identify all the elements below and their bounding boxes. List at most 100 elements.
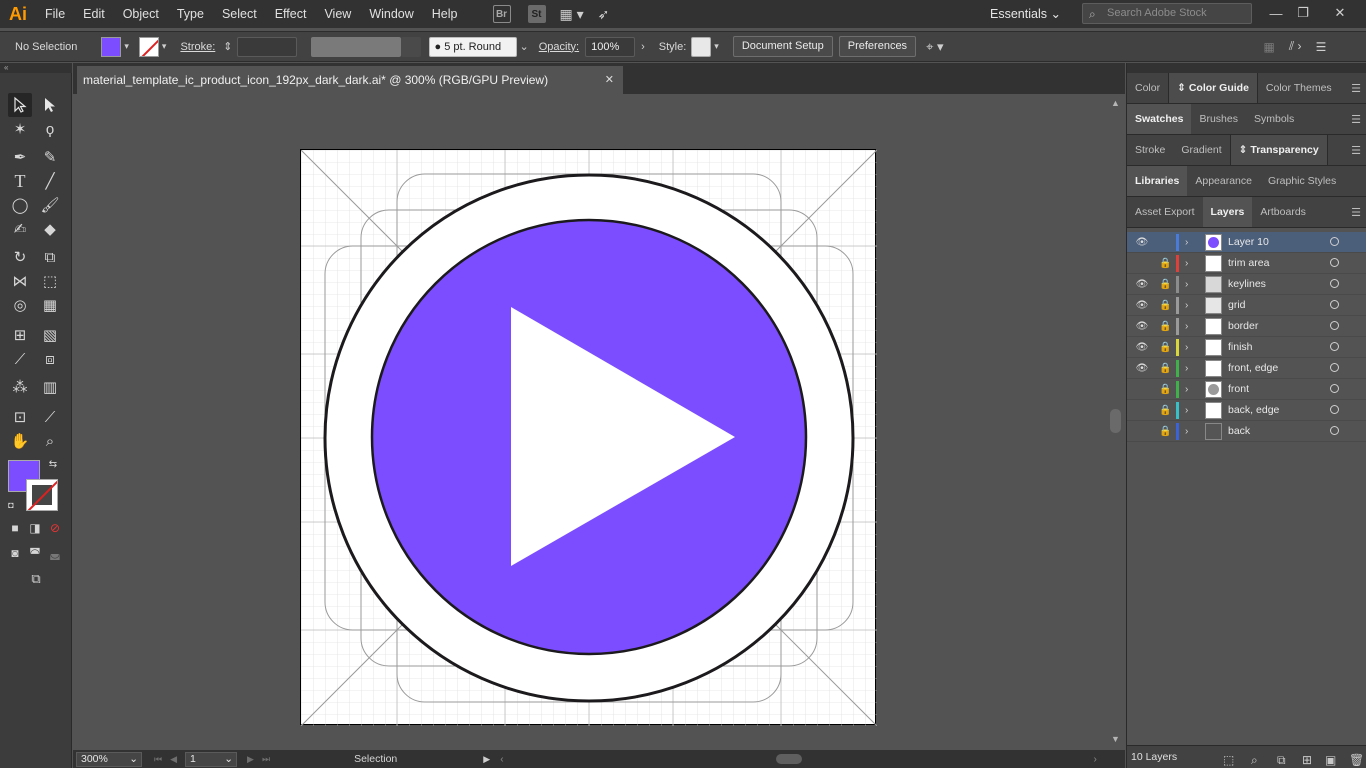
scroll-up-icon[interactable]: ▲ <box>1111 98 1120 108</box>
pen-tool-icon[interactable]: ✒ <box>8 145 32 169</box>
layer-row[interactable]: 🔒 › front <box>1127 379 1366 400</box>
scale-tool-icon[interactable]: ⧉ <box>38 245 62 269</box>
artboard[interactable] <box>300 149 878 727</box>
scroll-thumb[interactable] <box>1110 409 1121 433</box>
arrange-documents-icon[interactable]: ▦ ▾ <box>560 6 584 23</box>
artboard-tool-icon[interactable]: ⊡ <box>8 405 32 429</box>
opacity-field[interactable]: 100% <box>585 36 636 57</box>
swap-fill-stroke-icon[interactable]: ⇆ <box>46 457 60 471</box>
target-circle-icon[interactable] <box>1330 279 1339 288</box>
rotate-tool-icon[interactable]: ↻ <box>8 245 32 269</box>
stepper-icon[interactable]: ⇕ <box>223 40 232 53</box>
layer-row[interactable]: 👁 › Layer 10 <box>1127 232 1366 253</box>
visibility-eye-icon[interactable]: 👁 <box>1135 363 1149 374</box>
expand-chevron-icon[interactable]: › <box>1185 405 1188 416</box>
chevron-down-icon[interactable]: ⌄ <box>520 40 529 53</box>
tab-appearance[interactable]: Appearance <box>1187 166 1260 196</box>
tab-asset-export[interactable]: Asset Export <box>1127 197 1203 227</box>
column-graph-tool-icon[interactable]: ▥ <box>38 375 62 399</box>
expand-chevron-icon[interactable]: › <box>1185 237 1188 248</box>
expand-chevron-icon[interactable]: › <box>1185 342 1188 353</box>
isolate-icon[interactable]: ⫽ › <box>1289 39 1302 54</box>
panel-collapse[interactable] <box>1127 63 1366 73</box>
menu-object[interactable]: Object <box>114 0 168 28</box>
lasso-tool-icon[interactable]: ϙ <box>38 117 62 141</box>
scroll-left-icon[interactable]: ‹ <box>500 754 503 765</box>
layer-row[interactable]: 👁 🔒 › front, edge <box>1127 358 1366 379</box>
hand-tool-icon[interactable]: ✋ <box>8 429 32 453</box>
slice-tool-icon[interactable]: ⟋ <box>38 405 62 429</box>
curvature-tool-icon[interactable]: ✎ <box>38 145 62 169</box>
lock-icon[interactable]: 🔒 <box>1159 363 1171 374</box>
create-sublayer-icon[interactable]: ⊞ <box>1302 749 1312 768</box>
visibility-eye-icon[interactable]: 👁 <box>1135 279 1149 290</box>
target-circle-icon[interactable] <box>1330 258 1339 267</box>
canvas[interactable] <box>73 94 1107 750</box>
new-layer-icon[interactable]: ▣ <box>1325 749 1336 768</box>
eyedropper-tool-icon[interactable]: ⟋ <box>8 347 32 371</box>
panel-menu-icon[interactable]: ☰ <box>1351 113 1361 126</box>
target-circle-icon[interactable] <box>1330 363 1339 372</box>
paintbrush-tool-icon[interactable]: 🖌 <box>38 193 62 217</box>
eraser-tool-icon[interactable]: ◆ <box>38 217 62 241</box>
direct-selection-tool-icon[interactable] <box>38 93 62 117</box>
expand-chevron-icon[interactable]: › <box>1185 300 1188 311</box>
menu-file[interactable]: File <box>36 0 74 28</box>
opacity-label[interactable]: Opacity: <box>539 41 579 53</box>
preferences-button[interactable]: Preferences <box>838 36 917 57</box>
layer-row[interactable]: 👁 🔒 › keylines <box>1127 274 1366 295</box>
close-window-icon[interactable]: ✕ <box>1325 0 1355 26</box>
menu-help[interactable]: Help <box>423 0 467 28</box>
locate-object-icon[interactable]: ⌕ <box>1251 749 1258 768</box>
visibility-eye-icon[interactable]: 👁 <box>1135 321 1149 332</box>
close-icon[interactable]: ✕ <box>605 66 614 94</box>
tab-symbols[interactable]: Symbols <box>1246 104 1302 134</box>
brush-definition-field[interactable]: ● 5 pt. Round <box>428 36 517 57</box>
export-to-library-icon[interactable]: ⬚ <box>1223 749 1234 768</box>
lock-icon[interactable]: 🔒 <box>1159 384 1171 395</box>
visibility-eye-icon[interactable]: 👁 <box>1135 342 1149 353</box>
layer-row[interactable]: 🔒 › trim area <box>1127 253 1366 274</box>
gradient-mode-icon[interactable]: ◨ <box>26 519 44 537</box>
blend-tool-icon[interactable]: ⧈ <box>38 347 62 371</box>
menu-effect[interactable]: Effect <box>266 0 316 28</box>
magic-wand-tool-icon[interactable]: ✶ <box>8 117 32 141</box>
stroke-swatch[interactable] <box>138 36 159 57</box>
previous-artboard-icon[interactable]: ◀ <box>170 754 177 765</box>
panel-options-icon[interactable]: ☰ <box>1316 40 1327 54</box>
tab-stroke[interactable]: Stroke <box>1127 135 1173 165</box>
type-tool-icon[interactable]: T <box>8 169 32 193</box>
stock-icon[interactable]: St <box>527 5 546 23</box>
restore-icon[interactable]: ❐ <box>1288 0 1318 26</box>
chevron-down-icon[interactable]: ▾ <box>714 41 719 52</box>
expand-chevron-icon[interactable]: › <box>1185 321 1188 332</box>
chevron-down-icon[interactable]: ▾ <box>162 41 167 52</box>
scroll-down-icon[interactable]: ▼ <box>1111 734 1120 744</box>
expand-chevron-icon[interactable]: › <box>1185 258 1188 269</box>
vertical-scrollbar[interactable]: ▲ ▼ <box>1107 94 1125 750</box>
lock-icon[interactable]: 🔒 <box>1159 279 1171 290</box>
width-tool-icon[interactable]: ⋈ <box>8 269 32 293</box>
menu-type[interactable]: Type <box>168 0 213 28</box>
target-circle-icon[interactable] <box>1330 405 1339 414</box>
target-circle-icon[interactable] <box>1330 237 1339 246</box>
chevron-right-icon[interactable]: › <box>641 41 645 53</box>
tab-brushes[interactable]: Brushes <box>1191 104 1246 134</box>
delete-layer-icon[interactable]: 🗑 <box>1349 749 1364 768</box>
gpu-performance-icon[interactable]: ➶ <box>598 6 610 23</box>
layer-row[interactable]: 🔒 › back <box>1127 421 1366 442</box>
panel-menu-icon[interactable]: ☰ <box>1351 82 1361 95</box>
lock-icon[interactable]: 🔒 <box>1159 405 1171 416</box>
minimize-icon[interactable]: — <box>1261 0 1291 26</box>
visibility-eye-icon[interactable]: 👁 <box>1135 237 1149 248</box>
layer-row[interactable]: 👁 🔒 › border <box>1127 316 1366 337</box>
menu-edit[interactable]: Edit <box>74 0 114 28</box>
mesh-tool-icon[interactable]: ⊞ <box>8 323 32 347</box>
tab-libraries[interactable]: Libraries <box>1127 166 1188 196</box>
workspace-switcher[interactable]: Essentials ⌄ <box>990 0 1061 28</box>
layer-row[interactable]: 🔒 › back, edge <box>1127 400 1366 421</box>
draw-behind-icon[interactable]: ◚ <box>26 544 44 562</box>
target-circle-icon[interactable] <box>1330 321 1339 330</box>
tab-graphic-styles[interactable]: Graphic Styles <box>1260 166 1344 196</box>
next-artboard-icon[interactable]: ▶ <box>247 754 254 765</box>
